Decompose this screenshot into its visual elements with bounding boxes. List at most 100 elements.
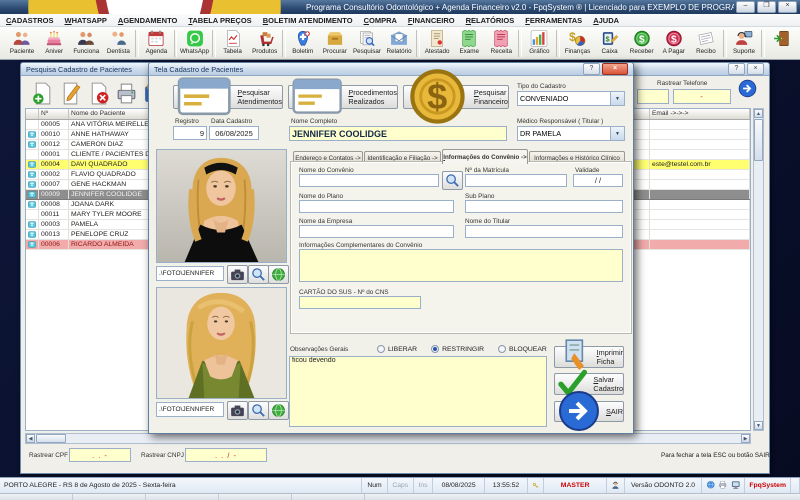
photo-path-input-1[interactable] [156, 266, 224, 281]
complementares-textarea[interactable] [299, 249, 623, 282]
nome-completo-label: Nome Completo [291, 118, 337, 125]
phone-icon [26, 140, 39, 149]
toolbar-aniver-button[interactable]: Aniver [38, 28, 70, 59]
table-hscrollbar[interactable]: ◀ ▶ [25, 433, 751, 444]
toolbar-exame-button[interactable]: Exame [453, 28, 485, 59]
toolbar-pesquisar-button[interactable]: Pesquisar [351, 28, 383, 59]
toolbar-gr-fico-button[interactable]: Gráfico [523, 28, 555, 59]
menu-item-8[interactable]: FERRAMENTAS [525, 16, 582, 25]
header-email[interactable]: Email ->->-> [650, 109, 750, 119]
toolbar-a-pagar-button[interactable]: $A Pagar [658, 28, 690, 59]
telefone-input[interactable]: - [673, 89, 731, 104]
panel-close-button[interactable]: × [747, 63, 764, 75]
nome-convenio-input[interactable] [299, 174, 439, 187]
cnpj-input[interactable]: . . / - [185, 448, 267, 462]
load-photo-button-2[interactable] [268, 401, 289, 420]
sus-input[interactable] [299, 296, 421, 309]
status-tools [702, 478, 745, 493]
print-list-button[interactable] [113, 80, 140, 107]
menu-item-9[interactable]: AJUDA [593, 16, 619, 25]
cell-email [650, 190, 750, 199]
menu-item-0[interactable]: CADASTROS [6, 16, 54, 25]
toolbar-boletim-button[interactable]: Boletim [287, 28, 319, 59]
radio-restringir[interactable]: RESTRINGIR [431, 345, 484, 353]
svg-text:$: $ [427, 76, 447, 117]
radio-bloquear[interactable]: BLOQUEAR [498, 345, 547, 353]
medico-select[interactable]: DR PAMELA▼ [517, 126, 625, 141]
toolbar-whatsapp-button[interactable]: WhatsApp [178, 28, 210, 59]
new-patient-button[interactable] [29, 80, 56, 107]
menu-item-6[interactable]: FINANCEIRO [408, 16, 455, 25]
minimize-button[interactable]: – [736, 1, 755, 13]
globe-icon[interactable] [706, 480, 715, 491]
plano-input[interactable] [299, 200, 454, 213]
toolbar-sair-button[interactable] [766, 28, 798, 59]
search-phone-button[interactable] [737, 78, 758, 99]
cell-num: 00003 [39, 220, 69, 229]
menu-item-1[interactable]: WHATSAPP [65, 16, 107, 25]
data-cadastro-field[interactable]: 06/08/2025 [209, 126, 259, 140]
titular-input[interactable] [465, 225, 623, 238]
cell-email [650, 200, 750, 209]
zoom-photo-button-1[interactable] [248, 265, 269, 284]
menu-item-3[interactable]: TABELA PREÇOS [188, 16, 251, 25]
toolbar-funciona-button[interactable]: Funciona [70, 28, 102, 59]
tipo-cadastro-select[interactable]: CONVENIADO▼ [517, 91, 625, 106]
header-num[interactable]: Nº [39, 109, 69, 119]
toolbar-receita-button[interactable]: Receita [485, 28, 517, 59]
close-button[interactable]: × [778, 1, 797, 13]
procedimentos-realizados-button[interactable]: Procedimentos Realizados [288, 85, 398, 109]
load-photo-button-1[interactable] [268, 265, 289, 284]
delete-patient-button[interactable] [85, 80, 112, 107]
edit-patient-button[interactable] [57, 80, 84, 107]
cpf-input[interactable]: . . - [69, 448, 131, 462]
printer-icon[interactable] [718, 480, 727, 491]
toolbar-dentista-button[interactable]: Dentista [102, 28, 134, 59]
phone-icon [26, 190, 39, 199]
toolbar-procurar-button[interactable]: Procurar [319, 28, 351, 59]
toolbar-agenda-button[interactable]: Agenda [140, 28, 172, 59]
toolbar-suporte-button[interactable]: Suporte [728, 28, 760, 59]
menu-item-7[interactable]: RELATÓRIOS [466, 16, 515, 25]
phone-icon [26, 200, 39, 209]
paciente-icon [12, 29, 32, 48]
window-titlebar: Programa Consultório Odontológico + Agen… [0, 0, 800, 14]
toolbar-caixa-button[interactable]: $Caixa [594, 28, 626, 59]
maximize-button[interactable]: ❐ [757, 1, 776, 13]
validade-input[interactable]: / / [573, 174, 623, 187]
subplano-input[interactable] [465, 200, 623, 213]
registro-field[interactable]: 9 [173, 126, 207, 140]
pesquisar-financeiro-button[interactable]: $ Pesquisar Financeiro [403, 85, 509, 109]
search-convenio-button[interactable] [442, 171, 463, 190]
toolbar-relat-rio-button[interactable]: Relatório [383, 28, 415, 59]
toolbar-receber-button[interactable]: $Receber [626, 28, 658, 59]
nome-completo-field[interactable]: JENNIFER COOLIDGE [289, 126, 507, 141]
toolbar-tabela-button[interactable]: Tabela [217, 28, 249, 59]
telefone-ddd-input[interactable] [637, 89, 669, 104]
menu-item-2[interactable]: AGENDAMENTO [118, 16, 177, 25]
panel-help-button[interactable]: ? [728, 63, 745, 75]
toolbar-produtos-button[interactable]: Produtos [249, 28, 281, 59]
toolbar-finan-as-button[interactable]: $Finanças [561, 28, 593, 59]
matricula-input[interactable] [465, 174, 567, 187]
menu-item-5[interactable]: COMPRA [364, 16, 397, 25]
menu-item-4[interactable]: BOLETIM ATENDIMENTO [263, 16, 353, 25]
radio-liberar[interactable]: LIBERAR [377, 345, 417, 353]
photo-path-input-2[interactable] [156, 402, 224, 417]
sair-button[interactable]: SAIR [554, 401, 624, 422]
webcam-button-2[interactable] [227, 401, 248, 420]
empresa-input[interactable] [299, 225, 454, 238]
dialog-help-button[interactable]: ? [583, 63, 600, 75]
toolbar-atestado-button[interactable]: Atestado [421, 28, 453, 59]
pesquisar-atendimentos-button[interactable]: Pesquisar Atendimentos [173, 85, 283, 109]
dialog-close-button[interactable]: × [602, 63, 628, 75]
medico-label: Médico Responsável ( Titular ) [517, 118, 603, 125]
toolbar-recibo-button[interactable]: Recibo [690, 28, 722, 59]
zoom-photo-button-2[interactable] [248, 401, 269, 420]
obs-textarea[interactable]: ficou devendo [289, 356, 547, 427]
webcam-button-1[interactable] [227, 265, 248, 284]
tab-2[interactable]: Informações do Convênio -> [442, 149, 528, 164]
toolbar-paciente-button[interactable]: Paciente [6, 28, 38, 59]
table-vscrollbar[interactable]: ▲ ▼ [753, 108, 764, 431]
monitor-icon[interactable] [731, 480, 740, 491]
